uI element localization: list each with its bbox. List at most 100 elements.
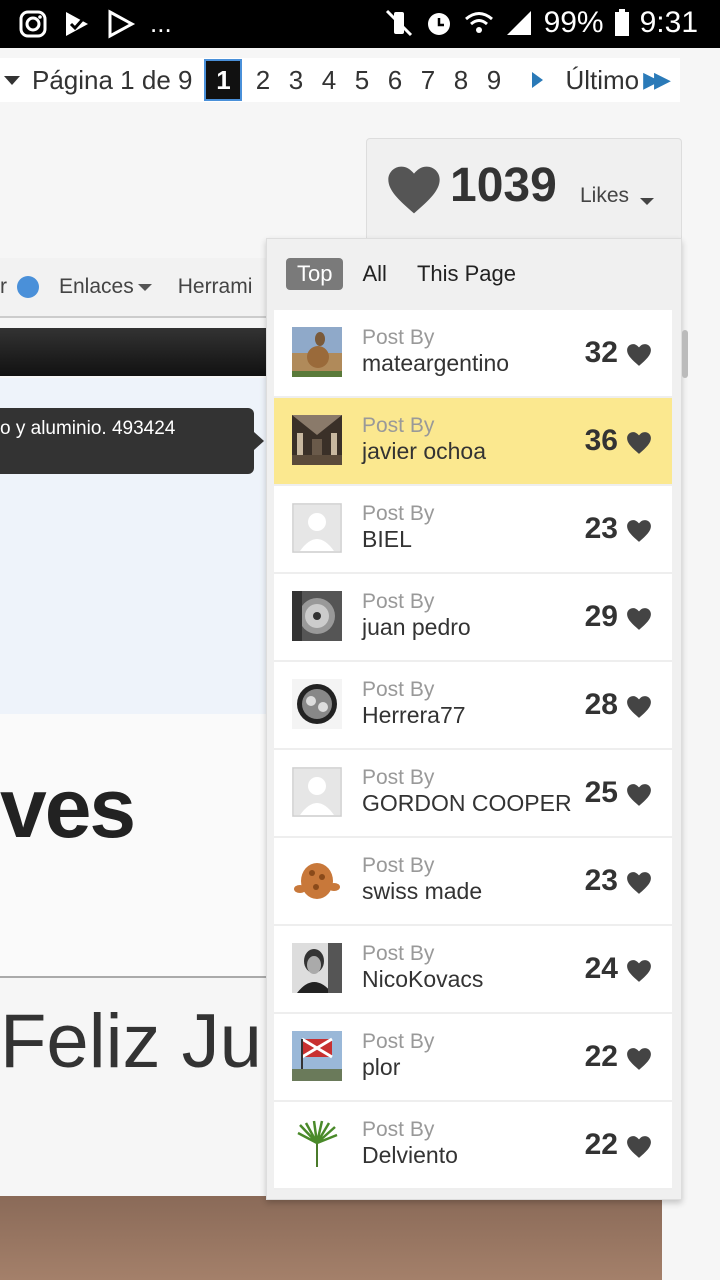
thread-header-bar: [0, 328, 266, 376]
avatar[interactable]: [292, 679, 342, 729]
page-link-5[interactable]: 5: [345, 65, 378, 96]
next-page-icon[interactable]: [532, 72, 544, 88]
mute-vibrate-icon: [385, 9, 412, 37]
pagination: Página 1 de 9 1 2 3 4 5 6 7 8 9 Último ▶…: [0, 58, 680, 102]
tooltip: o y aluminio. 493424: [0, 408, 264, 474]
nav-item-enlaces[interactable]: Enlaces: [59, 275, 134, 299]
heart-icon: [627, 344, 651, 366]
battery-icon: [614, 9, 629, 36]
heart-icon: [627, 432, 651, 454]
username[interactable]: NicoKovacs: [362, 966, 483, 993]
default-avatar-icon[interactable]: [292, 767, 342, 817]
post-by-label: Post By: [362, 766, 435, 789]
likes-tabs: Top All This Page: [286, 258, 535, 290]
default-avatar-icon[interactable]: [292, 503, 342, 553]
liker-row[interactable]: Post By Delviento 22: [274, 1102, 672, 1190]
post-heading: ves: [0, 761, 136, 855]
last-page-icon[interactable]: ▶▶: [643, 67, 671, 93]
liker-row[interactable]: Post By GORDON COOPER 25: [274, 750, 672, 838]
username[interactable]: swiss made: [362, 878, 482, 905]
page-link-2[interactable]: 2: [246, 65, 279, 96]
tab-all[interactable]: All: [351, 258, 397, 290]
nav-item-herramientas[interactable]: Herrami: [178, 275, 253, 299]
page-link-8[interactable]: 8: [444, 65, 477, 96]
post-by-label: Post By: [362, 1030, 435, 1053]
tooltip-text: o y aluminio. 493424: [0, 418, 176, 439]
like-count: 22: [584, 1040, 618, 1073]
like-count: 23: [584, 512, 618, 545]
heart-icon: [627, 1048, 651, 1070]
page-link-7[interactable]: 7: [411, 65, 444, 96]
heart-icon: [627, 696, 651, 718]
heart-icon: [388, 166, 440, 214]
avatar[interactable]: [292, 855, 342, 905]
liker-row-highlighted[interactable]: Post By javier ochoa 36: [274, 398, 672, 486]
avatar[interactable]: [292, 1031, 342, 1081]
like-count: 24: [584, 952, 618, 985]
username[interactable]: Herrera77: [362, 702, 466, 729]
avatar[interactable]: [292, 943, 342, 993]
post-by-label: Post By: [362, 1118, 435, 1141]
liker-row[interactable]: Post By NicoKovacs 24: [274, 926, 672, 1014]
page-link-4[interactable]: 4: [312, 65, 345, 96]
username[interactable]: GORDON COOPER: [362, 790, 572, 817]
heart-icon: [627, 872, 651, 894]
like-count: 29: [584, 600, 618, 633]
pagination-label: Página 1 de 9: [32, 64, 193, 95]
scrollbar[interactable]: [682, 330, 688, 378]
signal-icon: [506, 11, 531, 35]
page-link-6[interactable]: 6: [378, 65, 411, 96]
avatar[interactable]: [292, 327, 342, 377]
post-by-label: Post By: [362, 678, 435, 701]
likers-list: Post By mateargentino 32 Post By javier …: [274, 310, 672, 1190]
liker-row[interactable]: Post By Herrera77 28: [274, 662, 672, 750]
page-link-9[interactable]: 9: [477, 65, 510, 96]
liker-row[interactable]: Post By mateargentino 32: [274, 310, 672, 398]
avatar[interactable]: [292, 415, 342, 465]
post-by-label: Post By: [362, 854, 435, 877]
like-count: 23: [584, 864, 618, 897]
tab-this-page[interactable]: This Page: [406, 258, 527, 290]
like-count: 36: [584, 424, 618, 457]
post-by-label: Post By: [362, 942, 435, 965]
username[interactable]: mateargentino: [362, 350, 509, 377]
likes-count: 1039: [450, 159, 557, 212]
username[interactable]: javier ochoa: [362, 438, 486, 465]
battery-percent: 99%: [543, 6, 604, 39]
liker-row[interactable]: Post By juan pedro 29: [274, 574, 672, 662]
post-image: [0, 1196, 662, 1280]
avatar[interactable]: [292, 1119, 342, 1169]
liker-row[interactable]: Post By swiss made 23: [274, 838, 672, 926]
like-count: 25: [584, 776, 618, 809]
status-bar: ... 99% 9:31: [0, 0, 720, 48]
username[interactable]: plor: [362, 1054, 400, 1081]
likes-label: Likes: [580, 184, 630, 207]
like-count: 28: [584, 688, 618, 721]
pagination-dropdown-icon[interactable]: [4, 75, 20, 85]
clock: 9:31: [639, 6, 698, 39]
page-link-1[interactable]: 1: [204, 59, 243, 101]
play-store-icon: [108, 8, 136, 39]
username[interactable]: BIEL: [362, 526, 412, 553]
liker-row[interactable]: Post By plor 22: [274, 1014, 672, 1102]
post-by-label: Post By: [362, 590, 435, 613]
post-by-label: Post By: [362, 414, 435, 437]
heart-icon: [627, 520, 651, 542]
heart-icon: [627, 960, 651, 982]
forum-navbar: r Enlaces Herrami: [0, 258, 290, 318]
nav-item-partial[interactable]: r: [0, 275, 7, 299]
divider: [0, 976, 266, 978]
liker-row[interactable]: Post By BIEL 23: [274, 486, 672, 574]
heart-icon: [627, 1136, 651, 1158]
post-text: Feliz Ju: [0, 999, 262, 1084]
username[interactable]: juan pedro: [362, 614, 471, 641]
page-link-3[interactable]: 3: [279, 65, 312, 96]
enlaces-caret-icon[interactable]: [137, 283, 152, 291]
likes-dropdown-icon[interactable]: [640, 198, 654, 205]
like-count: 22: [584, 1128, 618, 1161]
tab-top[interactable]: Top: [286, 258, 344, 290]
username[interactable]: Delviento: [362, 1142, 458, 1169]
avatar[interactable]: [292, 591, 342, 641]
last-page-link[interactable]: Último: [565, 65, 639, 96]
nav-dropdown-icon[interactable]: [17, 276, 39, 298]
